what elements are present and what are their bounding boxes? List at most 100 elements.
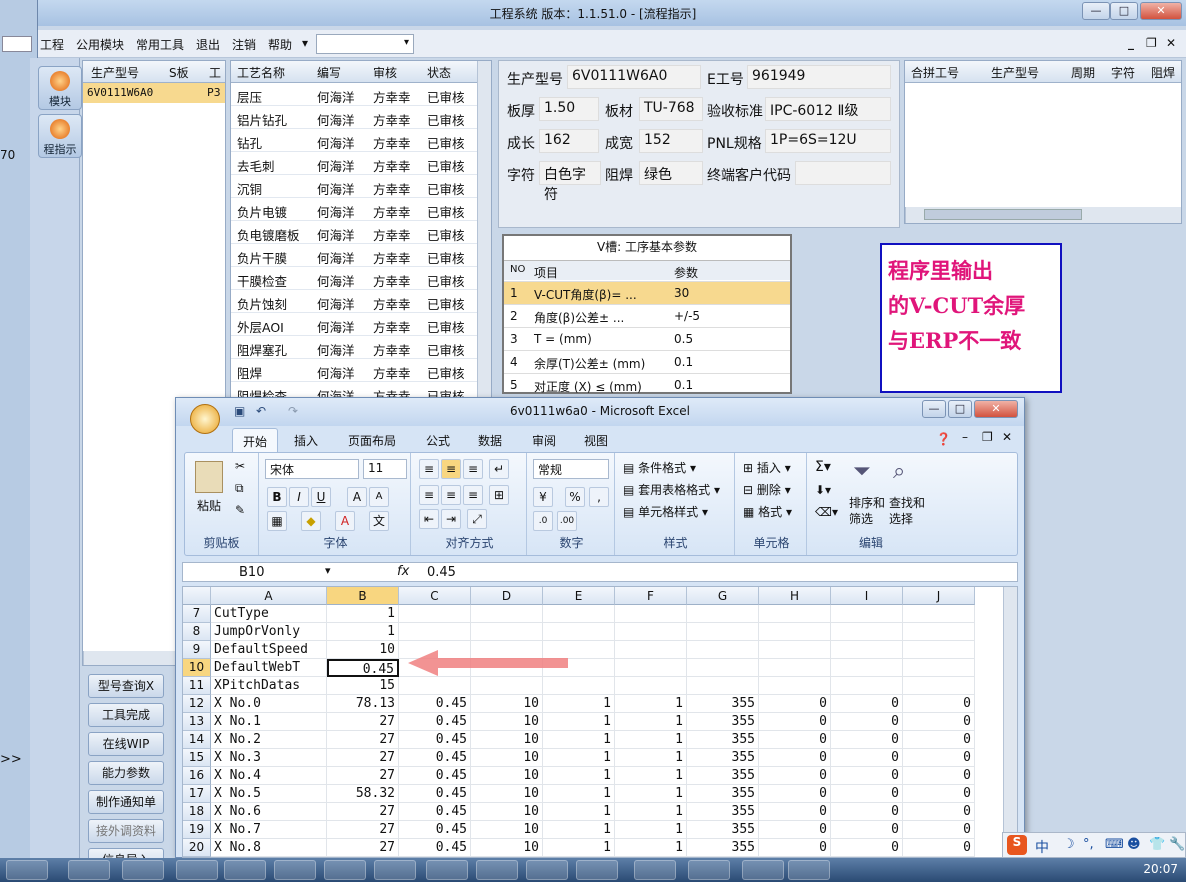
cell-b[interactable]: 27 (327, 749, 399, 767)
table-row[interactable]: 干膜检查 何海洋 方幸幸 已审核 (231, 267, 477, 290)
cell-a[interactable]: XPitchDatas (211, 677, 327, 695)
cell-g[interactable]: 355 (687, 821, 759, 839)
sidebar-item-process-guide[interactable]: 程指示 (38, 114, 82, 158)
cell-a[interactable]: X No.3 (211, 749, 327, 767)
user-icon[interactable]: ☻ (1127, 837, 1141, 852)
shrink-font-icon[interactable]: A (369, 487, 389, 507)
phonetic-icon[interactable]: 文 (369, 511, 389, 531)
cell-c[interactable]: 0.45 (399, 731, 471, 749)
cell-j[interactable]: 0 (903, 767, 975, 785)
mdi-close-button[interactable]: ✕ (1166, 36, 1176, 50)
function-icon[interactable]: fx (397, 564, 409, 579)
cell-e[interactable]: 1 (543, 713, 615, 731)
wrench-icon[interactable]: 🔧 (1169, 837, 1185, 852)
comma-icon[interactable]: , (589, 487, 609, 507)
paste-button[interactable]: 粘贴 (197, 497, 221, 514)
workbook-minimize-button[interactable]: – (962, 430, 968, 444)
cell-g[interactable]: 355 (687, 839, 759, 857)
cell-j[interactable]: 0 (903, 785, 975, 803)
table-row[interactable]: 负片蚀刻 何海洋 方幸幸 已审核 (231, 290, 477, 313)
sort-filter-button[interactable]: 排序和筛选 (849, 495, 889, 527)
underline-button[interactable]: U (311, 487, 331, 507)
cell-f[interactable]: 1 (615, 767, 687, 785)
cell-i[interactable]: 0 (831, 695, 903, 713)
silkscreen-field[interactable]: 白色字符 (539, 161, 601, 203)
wrap-text-icon[interactable]: ↵ (489, 459, 509, 479)
decrease-decimal-icon[interactable]: .00 (557, 511, 577, 531)
cell-g[interactable]: 355 (687, 713, 759, 731)
cell-g[interactable]: 355 (687, 749, 759, 767)
customer-code-field[interactable] (795, 161, 891, 185)
col-header-cycle[interactable]: 周期 (1071, 64, 1095, 81)
grow-font-icon[interactable]: A (347, 487, 367, 507)
cell-h[interactable]: 0 (759, 767, 831, 785)
maximize-button[interactable]: □ (1110, 2, 1138, 20)
table-row[interactable]: 阻焊塞孔 何海洋 方幸幸 已审核 (231, 336, 477, 359)
cell-g[interactable] (687, 623, 759, 641)
taskbar-app-icon[interactable] (176, 860, 218, 880)
table-row[interactable]: 去毛刺 何海洋 方幸幸 已审核 (231, 152, 477, 175)
cell-h[interactable]: 0 (759, 695, 831, 713)
cell-i[interactable]: 0 (831, 821, 903, 839)
ribbon-tab[interactable]: 插入 (294, 432, 318, 449)
cell-h[interactable]: 0 (759, 713, 831, 731)
cell-h[interactable]: 0 (759, 803, 831, 821)
taskbar-app-icon[interactable] (274, 860, 316, 880)
mdi-restore-button[interactable]: ❐ (1146, 36, 1157, 50)
row-header[interactable]: 11 (183, 677, 211, 695)
taskbar-app-icon[interactable] (688, 860, 730, 880)
taskbar-app-icon[interactable] (476, 860, 518, 880)
cell-b[interactable]: 27 (327, 839, 399, 857)
cell-b[interactable]: 1 (327, 605, 399, 623)
cell-j[interactable] (903, 641, 975, 659)
cell-g[interactable]: 355 (687, 785, 759, 803)
ribbon-tab[interactable]: 公式 (426, 432, 450, 449)
cell-e[interactable] (543, 605, 615, 623)
taskbar-app-icon[interactable] (324, 860, 366, 880)
table-row[interactable]: 铝片钻孔 何海洋 方幸幸 已审核 (231, 106, 477, 129)
cell-c[interactable]: 0.45 (399, 713, 471, 731)
cell-i[interactable]: 0 (831, 713, 903, 731)
orientation-icon[interactable]: ⤢ (467, 509, 487, 529)
cell-d[interactable]: 10 (471, 821, 543, 839)
minimize-button[interactable]: — (1082, 2, 1110, 20)
table-row[interactable]: 2 角度(β)公差± ... +/-5 (504, 304, 790, 327)
find-select-button[interactable]: 查找和选择 (889, 495, 929, 527)
sidebar-item-modules[interactable]: 模块 (38, 66, 82, 110)
cell-b[interactable]: 1 (327, 623, 399, 641)
cell-d[interactable]: 10 (471, 803, 543, 821)
cell-h[interactable]: 0 (759, 839, 831, 857)
horizontal-scrollbar[interactable] (905, 207, 1181, 223)
cell-g[interactable]: 355 (687, 803, 759, 821)
cell-f[interactable]: 1 (615, 731, 687, 749)
cell-b[interactable]: 10 (327, 641, 399, 659)
cell-i[interactable] (831, 623, 903, 641)
left-panel-button[interactable]: 工具完成 (88, 703, 164, 727)
format-painter-icon[interactable]: ✎ (235, 503, 245, 517)
cell-g[interactable] (687, 641, 759, 659)
cell-i[interactable]: 0 (831, 839, 903, 857)
name-box[interactable]: B10 (239, 565, 264, 580)
cell-d[interactable] (471, 623, 543, 641)
column-header[interactable]: A (211, 587, 327, 605)
cell-d[interactable]: 10 (471, 749, 543, 767)
table-row[interactable]: 6V0111W6A0 P3 (83, 83, 225, 103)
table-row[interactable]: 阻焊 何海洋 方幸幸 已审核 (231, 359, 477, 382)
cell-c[interactable] (399, 677, 471, 695)
workbook-close-button[interactable]: ✕ (1002, 430, 1012, 444)
copy-icon[interactable]: ⧉ (235, 481, 244, 496)
cell-i[interactable]: 0 (831, 749, 903, 767)
cell-a[interactable]: X No.8 (211, 839, 327, 857)
menu-dropdown[interactable] (316, 34, 414, 54)
fill-icon[interactable]: ⬇▾ (815, 483, 831, 497)
col-header-author[interactable]: 编写 (317, 64, 341, 81)
cell-d[interactable]: 10 (471, 839, 543, 857)
cell-h[interactable] (759, 641, 831, 659)
cell-f[interactable]: 1 (615, 749, 687, 767)
keyboard-icon[interactable]: ⌨ (1105, 837, 1124, 852)
width-field[interactable]: 152 (639, 129, 703, 153)
cell-g[interactable]: 355 (687, 731, 759, 749)
excel-minimize-button[interactable]: — (922, 400, 946, 418)
cell-j[interactable]: 0 (903, 695, 975, 713)
cell-b[interactable]: 15 (327, 677, 399, 695)
